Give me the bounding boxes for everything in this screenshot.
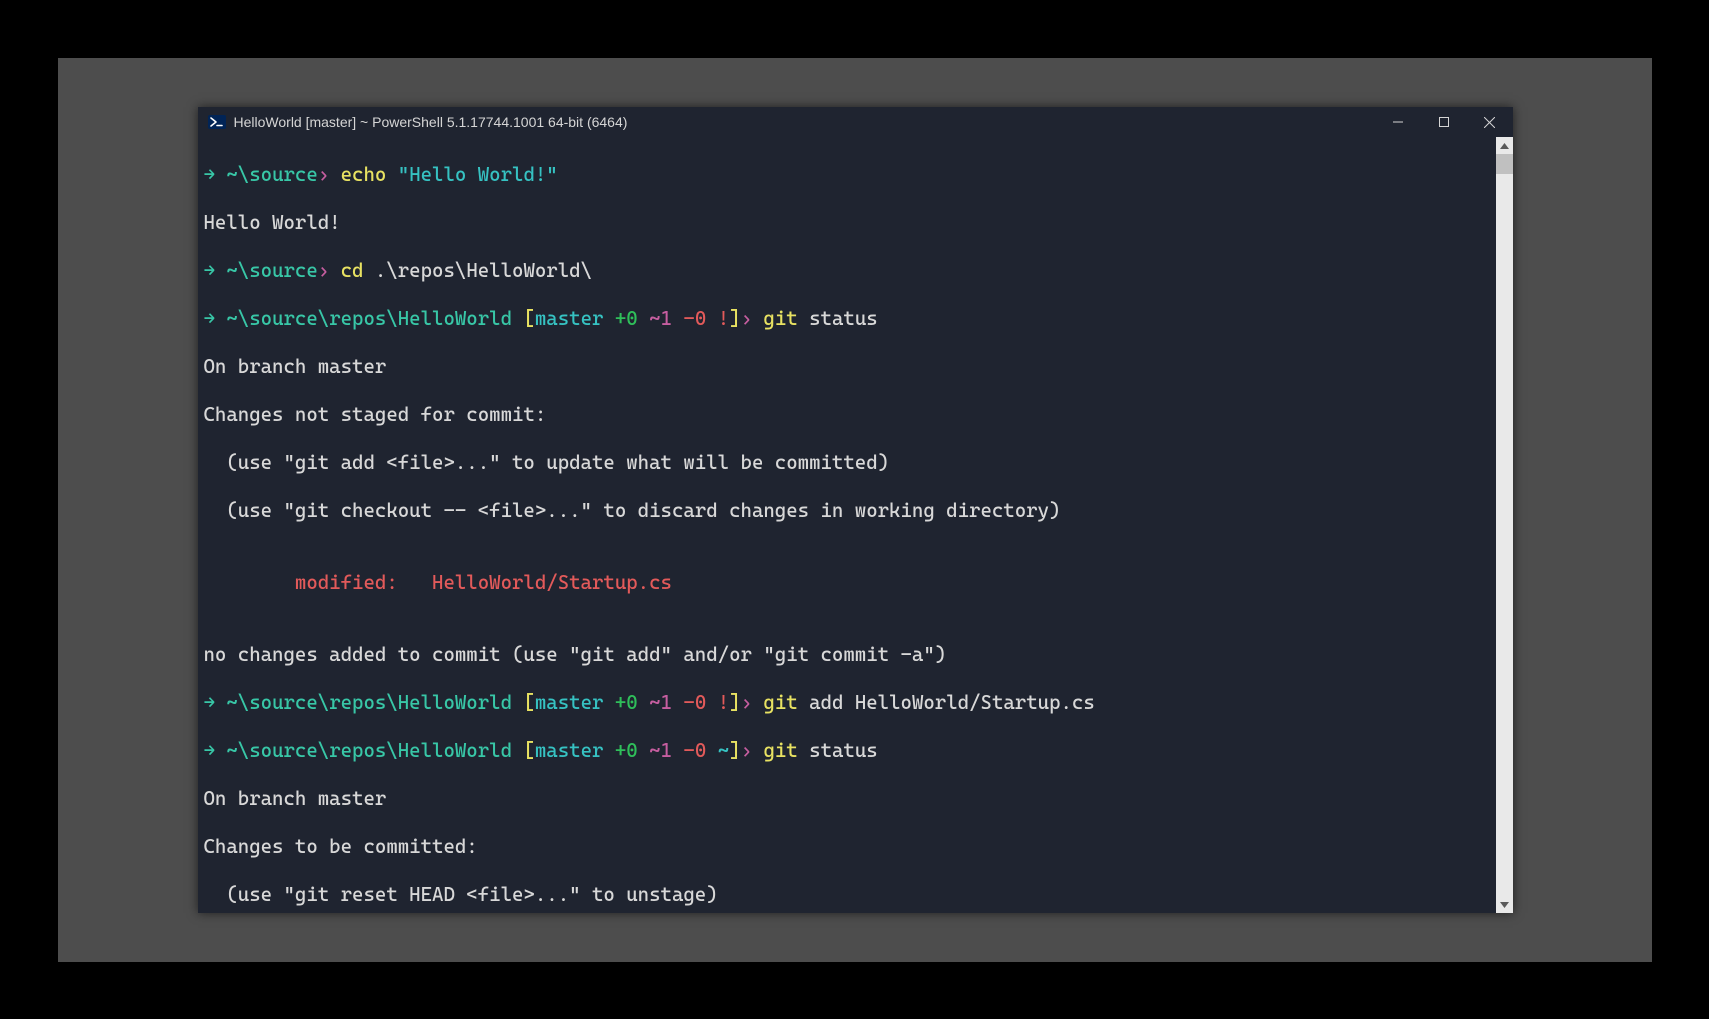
output-line: Hello World!	[204, 211, 1492, 235]
output-line: no changes added to commit (use "git add…	[204, 643, 1492, 667]
scroll-down-icon[interactable]	[1496, 896, 1513, 913]
output-line: Changes not staged for commit:	[204, 403, 1492, 427]
terminal-output[interactable]: → ~\source› echo "Hello World!" Hello Wo…	[198, 137, 1496, 913]
close-button[interactable]	[1467, 107, 1513, 137]
output-line: Changes to be committed:	[204, 835, 1492, 859]
titlebar[interactable]: HelloWorld [master] ~ PowerShell 5.1.177…	[198, 107, 1513, 137]
prompt-line: → ~\source\repos\HelloWorld [master +0 ~…	[204, 307, 1492, 331]
output-line: (use "git reset HEAD <file>..." to unsta…	[204, 883, 1492, 907]
output-line: On branch master	[204, 355, 1492, 379]
content-area: → ~\source› echo "Hello World!" Hello Wo…	[198, 137, 1513, 913]
scroll-up-icon[interactable]	[1496, 137, 1513, 154]
scrollbar-thumb[interactable]	[1496, 154, 1513, 174]
maximize-button[interactable]	[1421, 107, 1467, 137]
output-line: On branch master	[204, 787, 1492, 811]
scrollbar[interactable]	[1496, 137, 1513, 913]
scrollbar-track[interactable]	[1496, 154, 1513, 896]
powershell-icon	[208, 113, 226, 131]
desktop-backdrop: HelloWorld [master] ~ PowerShell 5.1.177…	[58, 58, 1652, 962]
prompt-line: → ~\source\repos\HelloWorld [master +0 ~…	[204, 691, 1492, 715]
output-line: (use "git add <file>..." to update what …	[204, 451, 1492, 475]
window-title: HelloWorld [master] ~ PowerShell 5.1.177…	[234, 114, 628, 130]
output-line: (use "git checkout -- <file>..." to disc…	[204, 499, 1492, 523]
output-line: modified: HelloWorld/Startup.cs	[204, 571, 1492, 595]
minimize-button[interactable]	[1375, 107, 1421, 137]
terminal-window: HelloWorld [master] ~ PowerShell 5.1.177…	[198, 107, 1513, 913]
prompt-line: → ~\source› cd .\repos\HelloWorld\	[204, 259, 1492, 283]
prompt-line: → ~\source\repos\HelloWorld [master +0 ~…	[204, 739, 1492, 763]
prompt-line: → ~\source› echo "Hello World!"	[204, 163, 1492, 187]
